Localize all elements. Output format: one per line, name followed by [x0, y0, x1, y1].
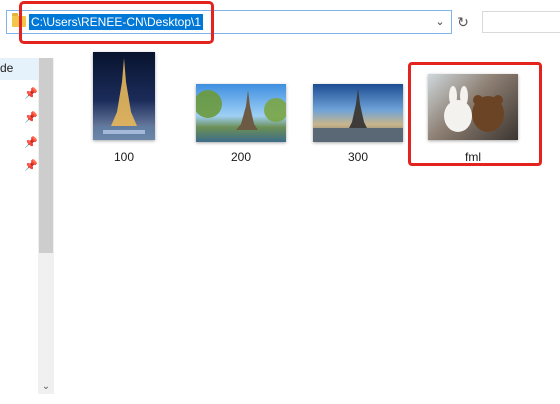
nav-item-selected[interactable]: de [0, 58, 38, 80]
file-item[interactable]: 300 [308, 50, 408, 164]
pin-icon[interactable]: 📌 [24, 160, 38, 172]
file-item[interactable]: 200 [191, 50, 291, 164]
file-name: 100 [113, 150, 135, 164]
chevron-down-icon[interactable]: ⌄ [433, 14, 447, 30]
pin-icon[interactable]: 📌 [24, 112, 38, 124]
refresh-icon[interactable]: ↻ [454, 12, 472, 32]
file-item[interactable]: 100 [74, 50, 174, 164]
file-highlight-box [408, 62, 542, 166]
file-name: 200 [230, 150, 252, 164]
search-input[interactable] [482, 11, 560, 33]
pin-icon[interactable]: 📌 [24, 88, 38, 100]
nav-scrollbar[interactable]: ⌄ [38, 58, 54, 394]
file-thumbnail [313, 84, 403, 142]
file-name: 300 [347, 150, 369, 164]
file-thumbnail [93, 52, 155, 140]
nav-item-label: de [0, 61, 14, 75]
address-toolbar: C:\Users\RENEE-CN\Desktop\1 ⌄ ↻ [0, 0, 560, 46]
navigation-pane: de 📌 📌 📌 📌 ⌄ [0, 46, 56, 404]
scrollbar-thumb[interactable] [39, 58, 53, 253]
scroll-down-arrow-icon[interactable]: ⌄ [38, 380, 54, 394]
pin-icon[interactable]: 📌 [24, 137, 38, 149]
address-highlight-box [19, 1, 214, 44]
file-thumbnail [196, 84, 286, 142]
